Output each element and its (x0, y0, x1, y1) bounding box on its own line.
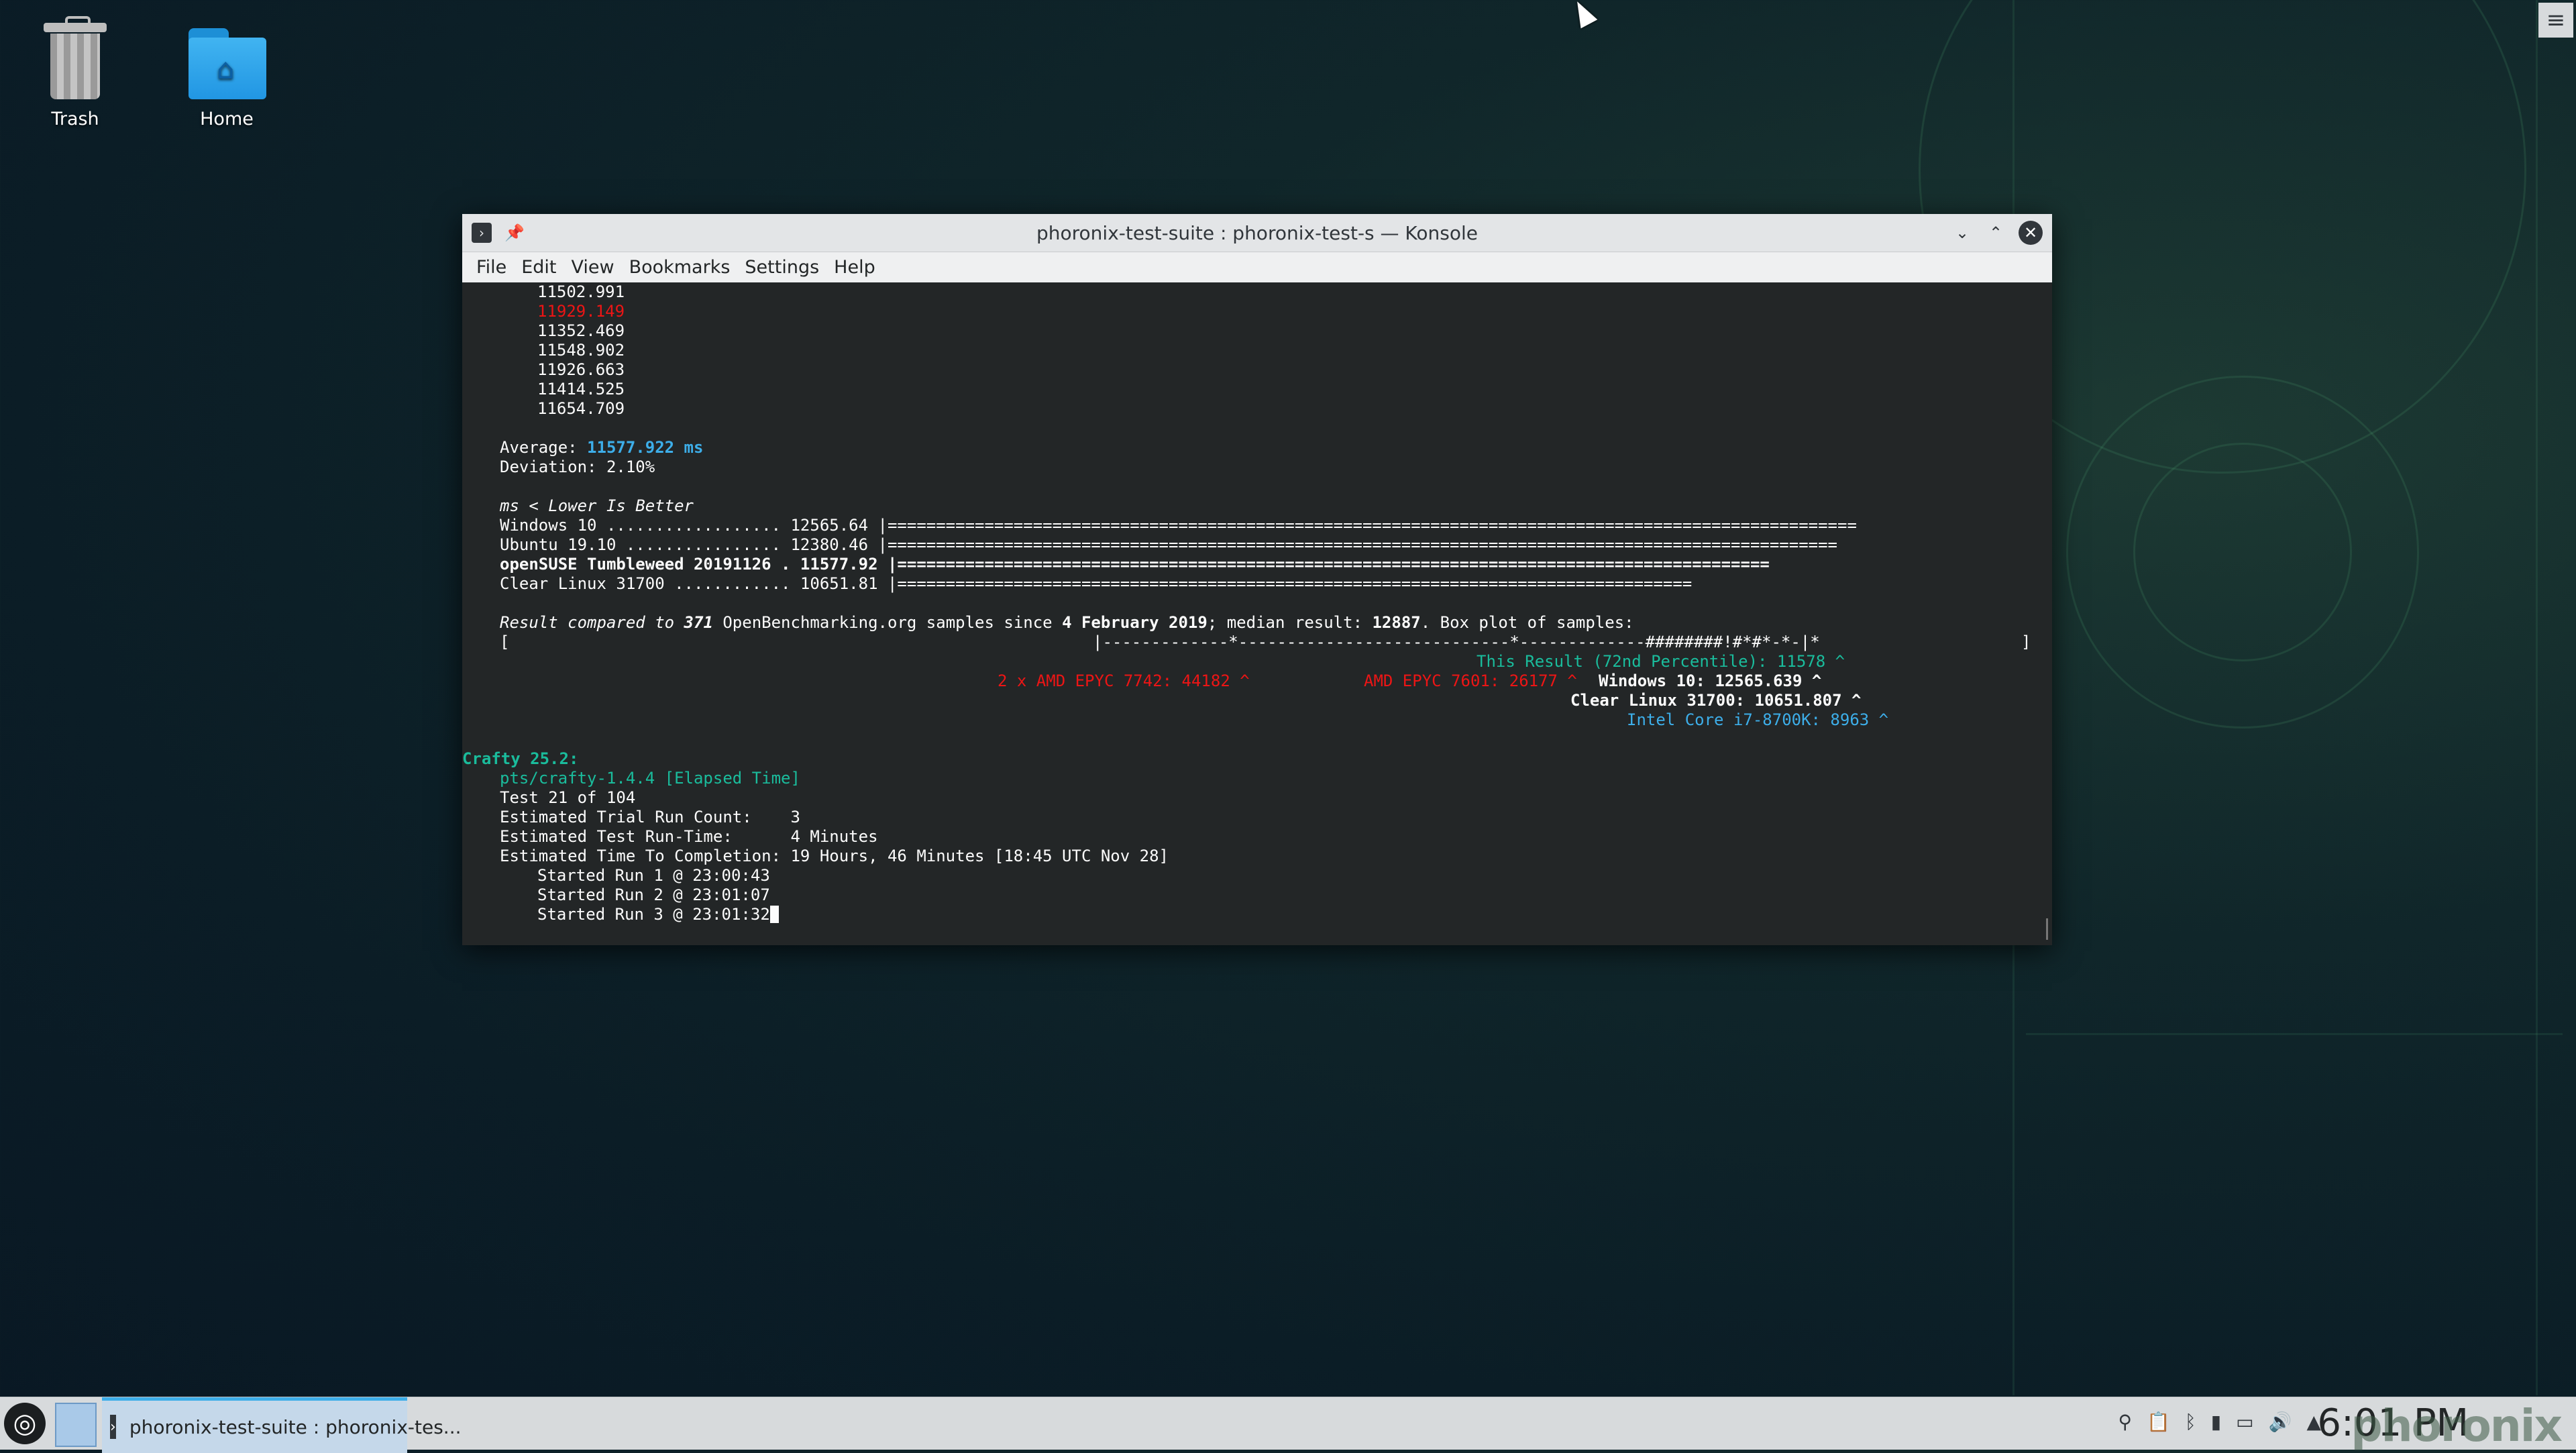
test-number: Test 21 of 104 (500, 788, 636, 807)
bar: ========================================… (887, 516, 1857, 535)
menubar: File Edit View Bookmarks Settings Help (462, 252, 2052, 282)
average-line: Average: 11577.922 ms (500, 438, 703, 458)
trash-icon (32, 13, 119, 101)
virtual-desktop-pager[interactable] (55, 1403, 97, 1447)
box-plot: |-------------*-------------------------… (1093, 633, 1820, 651)
this-result-marker: This Result (72nd Percentile): 11578 ^ (1477, 652, 1845, 671)
run-value: 11548.902 (537, 341, 625, 360)
deviation-line: Deviation: 2.10% (500, 458, 655, 476)
minimize-icon[interactable]: ⌄ (1951, 222, 1973, 244)
started-run-current: Started Run 3 @ 23:01:32 (537, 905, 779, 924)
close-icon[interactable]: ✕ (2019, 221, 2043, 245)
konsole-window: › 📌 phoronix-test-suite : phoronix-test-… (462, 214, 2052, 945)
menu-edit[interactable]: Edit (514, 257, 564, 278)
application-launcher-icon[interactable]: ◎ (4, 1403, 46, 1444)
bar-row-current: openSUSE Tumbleweed 20191126 . 11577.92 … (500, 555, 1770, 574)
clear-linux-marker: Clear Linux 31700: 10651.807 ^ (1570, 691, 1862, 710)
task-label: phoronix-test-suite : phoronix-tes... (129, 1415, 462, 1438)
trash-desktop-icon[interactable]: Trash (8, 13, 142, 129)
menu-bookmarks[interactable]: Bookmarks (622, 257, 738, 278)
app-menu-icon[interactable]: › (472, 223, 492, 243)
compare-median: 12887 (1372, 613, 1421, 632)
crafty-header: Crafty 25.2: (462, 749, 579, 768)
bar-row: Windows 10 .................. 12565.64 |… (500, 516, 1857, 535)
crafty-test-id: pts/crafty-1.4.4 [Elapsed Time] (500, 769, 800, 788)
compare-date: 4 February 2019 (1062, 613, 1208, 632)
bar-row: Clear Linux 31700 ............ 10651.81 … (500, 574, 1692, 594)
compare-line: Result compared to 371 OpenBenchmarking.… (500, 613, 1634, 633)
lower-better-line: ms < Lower Is Better (500, 496, 694, 515)
home-folder-icon: ⌂ (183, 13, 270, 101)
clipboard-icon[interactable]: 📋 (2147, 1411, 2170, 1433)
maximize-icon[interactable]: ⌃ (1985, 222, 2006, 244)
bluetooth-icon[interactable]: ᛒ (2185, 1411, 2196, 1433)
compare-text: ; median result: (1207, 613, 1373, 632)
taskbar: ◎ › phoronix-test-suite : phoronix-tes..… (0, 1397, 2576, 1453)
run-value: 11414.525 (537, 380, 625, 398)
wallpaper-circle (2133, 443, 2352, 661)
started-run: Started Run 2 @ 23:01:07 (537, 885, 770, 904)
run-value-outlier: 11929.149 (537, 302, 625, 321)
menu-view[interactable]: View (564, 257, 621, 278)
run-value: 11352.469 (537, 321, 625, 340)
started-run: Started Run 1 @ 23:00:43 (537, 866, 770, 885)
trial-count: Estimated Trial Run Count: 3 (500, 808, 800, 826)
display-icon[interactable]: ▭ (2236, 1411, 2253, 1433)
menu-help[interactable]: Help (826, 257, 883, 278)
system-tray: ⚲ 📋 ᛒ ▮ ▭ 🔊 ▲ (2118, 1411, 2321, 1433)
run-value: 11926.663 (537, 360, 625, 379)
bar-label: Ubuntu 19.10 ................ 12380.46 | (500, 535, 888, 554)
bar-label: Windows 10 .................. 12565.64 | (500, 516, 888, 535)
started-run-text: Started Run 3 @ 23:01:32 (537, 905, 770, 924)
wallpaper-line (2536, 0, 2538, 1395)
compare-text: . Box plot of samples: (1420, 613, 1634, 632)
bar: ========================================… (897, 555, 1770, 574)
text-cursor (769, 906, 779, 923)
run-value: 11654.709 (537, 399, 625, 418)
task-konsole[interactable]: › phoronix-test-suite : phoronix-tes... (102, 1397, 462, 1453)
menu-settings[interactable]: Settings (737, 257, 826, 278)
terminal-scrollbar[interactable] (2046, 918, 2048, 940)
bar-label: openSUSE Tumbleweed 20191126 . 11577.92 … (500, 555, 898, 574)
menu-file[interactable]: File (469, 257, 514, 278)
compare-text: OpenBenchmarking.org samples since (712, 613, 1063, 632)
home-desktop-icon[interactable]: ⌂ Home (160, 13, 294, 129)
compare-text: Result compared to (500, 613, 684, 632)
desktop-toolbox-icon[interactable]: ≡ (2538, 3, 2573, 38)
mouse-pointer-icon (1568, 0, 1598, 29)
windows-10-marker: Windows 10: 12565.639 ^ (1599, 671, 1822, 690)
intel-core-marker: Intel Core i7-8700K: 8963 ^ (1627, 710, 1889, 729)
network-icon[interactable]: ⚲ (2118, 1411, 2132, 1433)
konsole-icon: › (110, 1415, 116, 1439)
average-value: 11577.922 ms (587, 438, 704, 457)
terminal-output[interactable]: 11502.991 11929.149 11352.469 11548.902 … (462, 282, 2052, 945)
bar: ========================================… (887, 535, 1837, 554)
battery-icon[interactable]: ▮ (2211, 1411, 2221, 1433)
bar-row: Ubuntu 19.10 ................ 12380.46 |… (500, 535, 1837, 555)
average-label: Average: (500, 438, 588, 457)
box-plot-close: ] (2021, 633, 2031, 651)
epyc-7601-marker: AMD EPYC 7601: 26177 ^ (1364, 671, 1577, 690)
trash-label: Trash (51, 109, 99, 129)
wallpaper-line (2026, 1033, 2563, 1035)
compare-count: 371 (684, 613, 713, 632)
epyc-7742-marker: 2 x AMD EPYC 7742: 44182 ^ (998, 671, 1250, 690)
volume-icon[interactable]: 🔊 (2269, 1411, 2292, 1433)
bar-label: Clear Linux 31700 ............ 10651.81 … (500, 574, 898, 593)
run-time: Estimated Test Run-Time: 4 Minutes (500, 827, 878, 846)
bar: ========================================… (897, 574, 1693, 593)
box-plot-open: [ (500, 633, 510, 651)
home-label: Home (200, 109, 254, 129)
pin-icon[interactable]: 📌 (504, 222, 525, 244)
run-value: 11502.991 (537, 282, 625, 301)
phoronix-watermark: phoronix (2351, 1400, 2563, 1452)
window-titlebar[interactable]: › 📌 phoronix-test-suite : phoronix-test-… (462, 214, 2052, 252)
time-to-completion: Estimated Time To Completion: 19 Hours, … (500, 847, 1169, 865)
window-title: phoronix-test-suite : phoronix-test-s — … (1036, 221, 1478, 244)
